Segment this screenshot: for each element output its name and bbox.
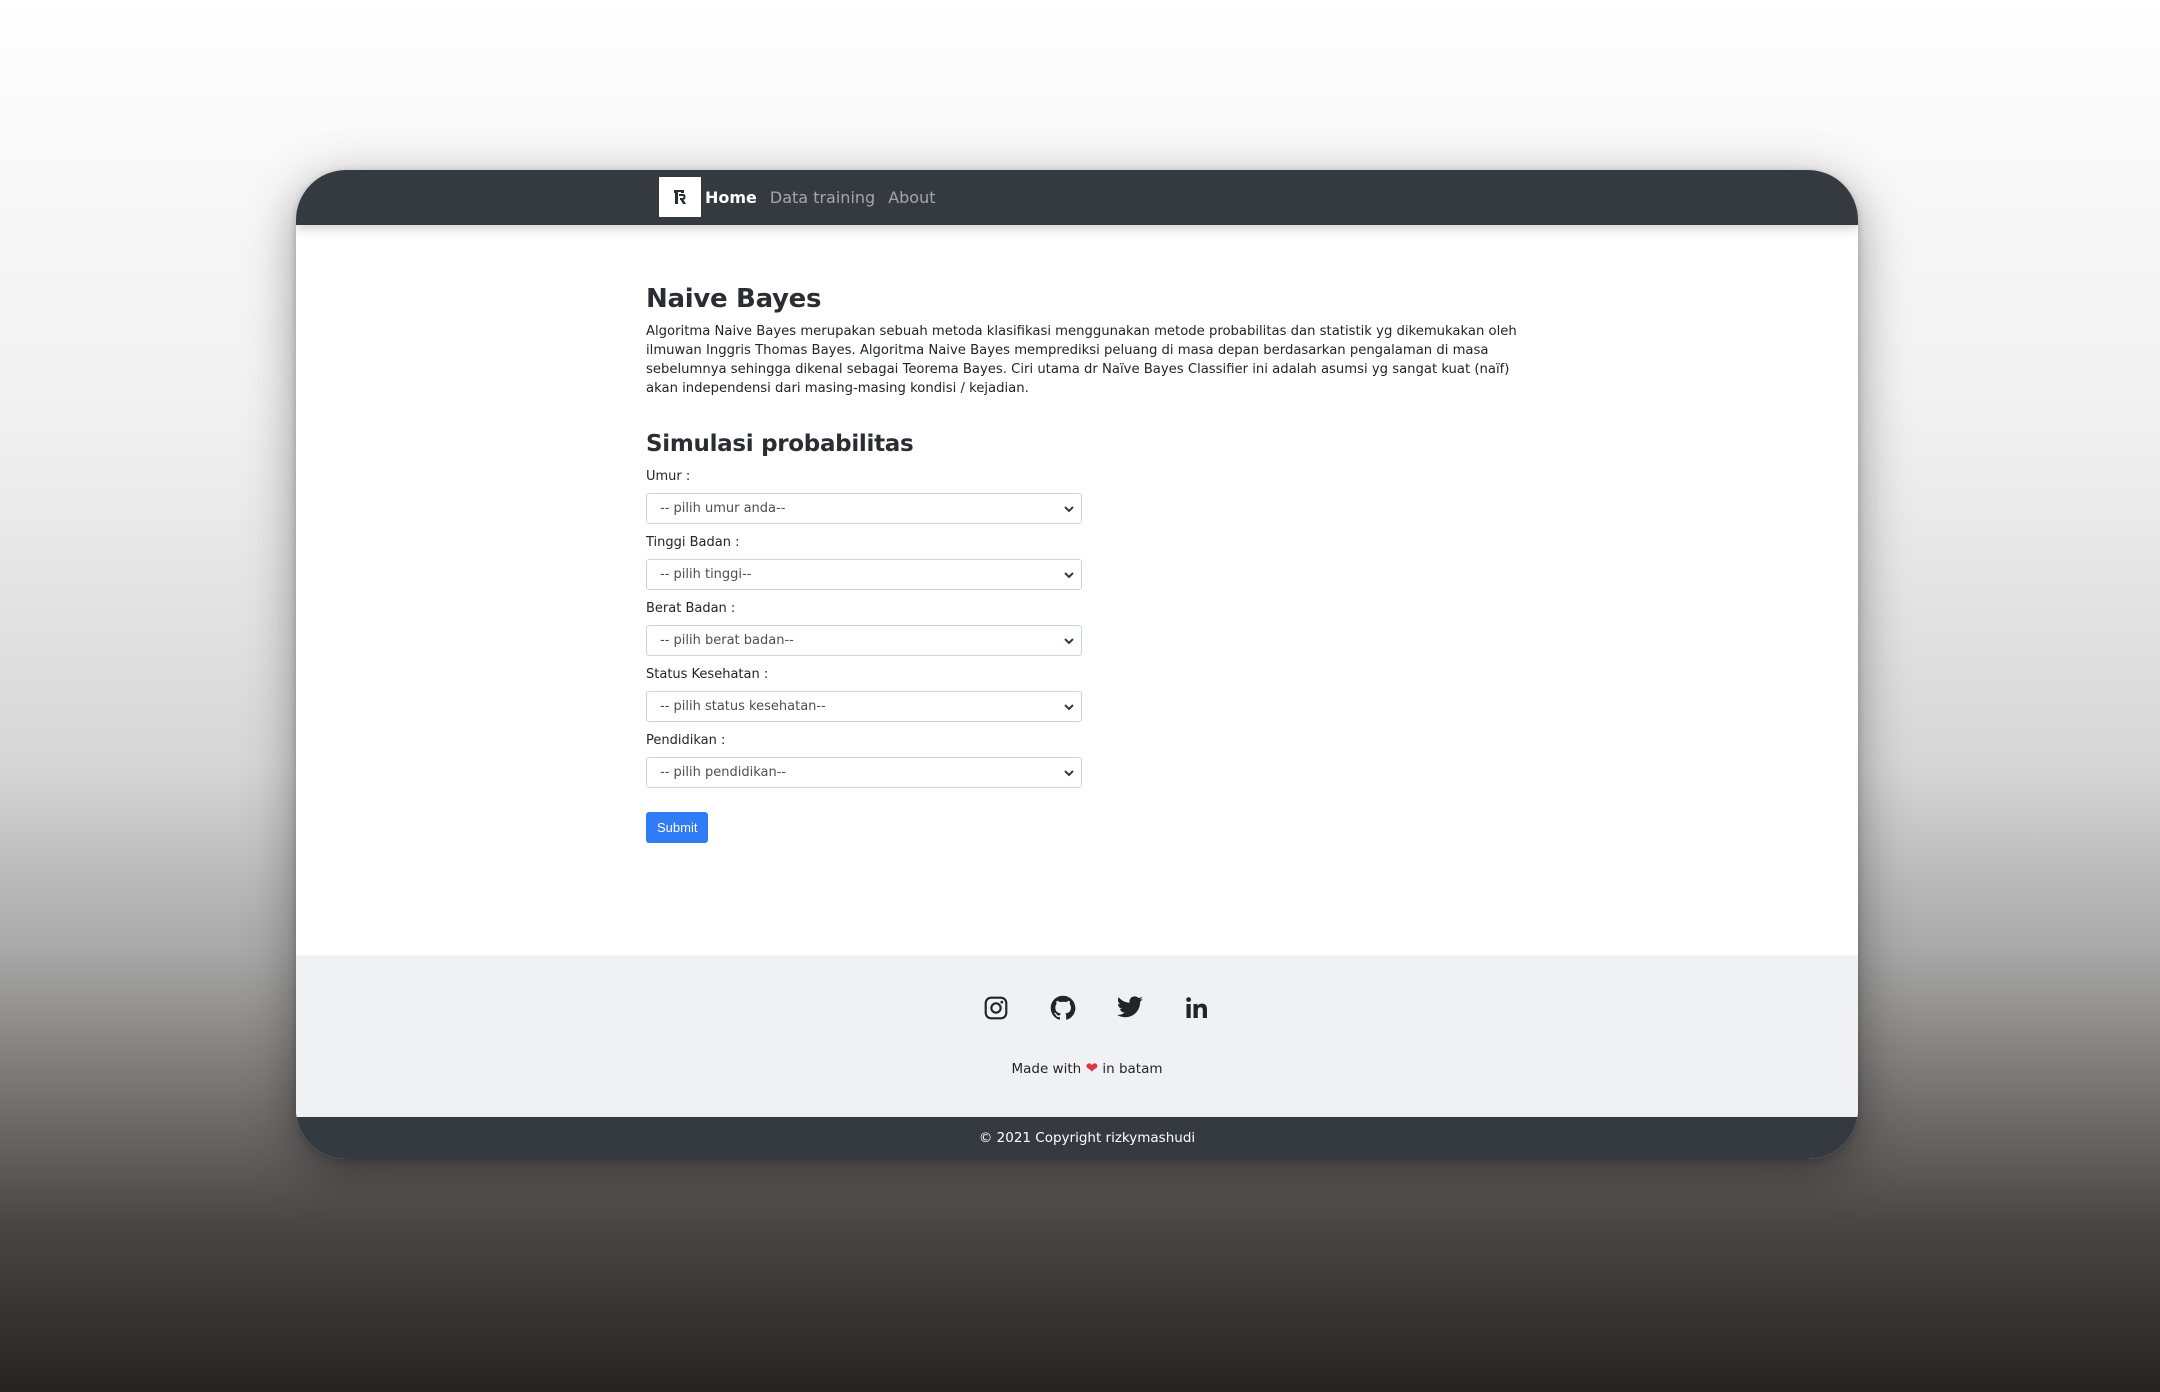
berat-badan-select[interactable]: -- pilih berat badan-- bbox=[646, 625, 1082, 656]
pendidikan-label: Pendidikan : bbox=[646, 733, 726, 748]
description-paragraph: Algoritma Naive Bayes merupakan sebuah m… bbox=[646, 324, 1517, 396]
nav-link-home[interactable]: Home bbox=[705, 188, 757, 207]
tinggi-badan-select-value: -- pilih tinggi-- bbox=[660, 567, 752, 582]
nav-link-about[interactable]: About bbox=[888, 188, 935, 207]
logo-r-icon bbox=[674, 190, 686, 204]
berat-badan-label: Berat Badan : bbox=[646, 601, 736, 616]
chevron-down-icon bbox=[1064, 637, 1074, 644]
browser-window: Home Data training About Naive Bayes Alg… bbox=[296, 170, 1858, 1159]
tinggi-badan-label: Tinggi Badan : bbox=[646, 535, 740, 550]
brand-logo[interactable] bbox=[659, 177, 701, 217]
simulation-form: Umur : -- pilih umur anda-- Tinggi Badan… bbox=[646, 468, 1536, 843]
made-with-suffix: in batam bbox=[1102, 1061, 1163, 1077]
made-with-text: Made with ❤ in batam bbox=[296, 1059, 1858, 1077]
made-with-prefix: Made with bbox=[1011, 1061, 1082, 1077]
pendidikan-select-value: -- pilih pendidikan-- bbox=[660, 765, 787, 780]
umur-label: Umur : bbox=[646, 469, 691, 484]
instagram-icon[interactable] bbox=[981, 993, 1011, 1023]
social-links bbox=[296, 993, 1858, 1023]
footer: Made with ❤ in batam bbox=[296, 955, 1858, 1117]
status-kesehatan-label: Status Kesehatan : bbox=[646, 667, 769, 682]
chevron-down-icon bbox=[1064, 505, 1074, 512]
page-title: Naive Bayes bbox=[646, 284, 822, 314]
chevron-down-icon bbox=[1064, 571, 1074, 578]
heart-icon: ❤ bbox=[1085, 1059, 1099, 1077]
chevron-down-icon bbox=[1064, 769, 1074, 776]
nav-link-data-training[interactable]: Data training bbox=[770, 188, 875, 207]
nav-links: Home Data training About bbox=[705, 170, 936, 225]
umur-select[interactable]: -- pilih umur anda-- bbox=[646, 493, 1082, 524]
tinggi-badan-select[interactable]: -- pilih tinggi-- bbox=[646, 559, 1082, 590]
copyright-text: © 2021 Copyright rizkymashudi bbox=[978, 1130, 1196, 1146]
umur-select-value: -- pilih umur anda-- bbox=[660, 501, 786, 516]
chevron-down-icon bbox=[1064, 703, 1074, 710]
form-title: Simulasi probabilitas bbox=[646, 431, 914, 457]
status-kesehatan-select-value: -- pilih status kesehatan-- bbox=[660, 699, 826, 714]
twitter-icon[interactable] bbox=[1115, 993, 1145, 1023]
navbar: Home Data training About bbox=[296, 170, 1858, 225]
pendidikan-select[interactable]: -- pilih pendidikan-- bbox=[646, 757, 1082, 788]
main-content: Naive Bayes Algoritma Naive Bayes merupa… bbox=[646, 280, 1536, 843]
linkedin-icon[interactable] bbox=[1182, 993, 1212, 1023]
submit-button[interactable]: Submit bbox=[646, 812, 709, 843]
status-kesehatan-select[interactable]: -- pilih status kesehatan-- bbox=[646, 691, 1082, 722]
copyright-bar: © 2021 Copyright rizkymashudi bbox=[296, 1117, 1858, 1159]
github-icon[interactable] bbox=[1048, 993, 1078, 1023]
berat-badan-select-value: -- pilih berat badan-- bbox=[660, 633, 794, 648]
